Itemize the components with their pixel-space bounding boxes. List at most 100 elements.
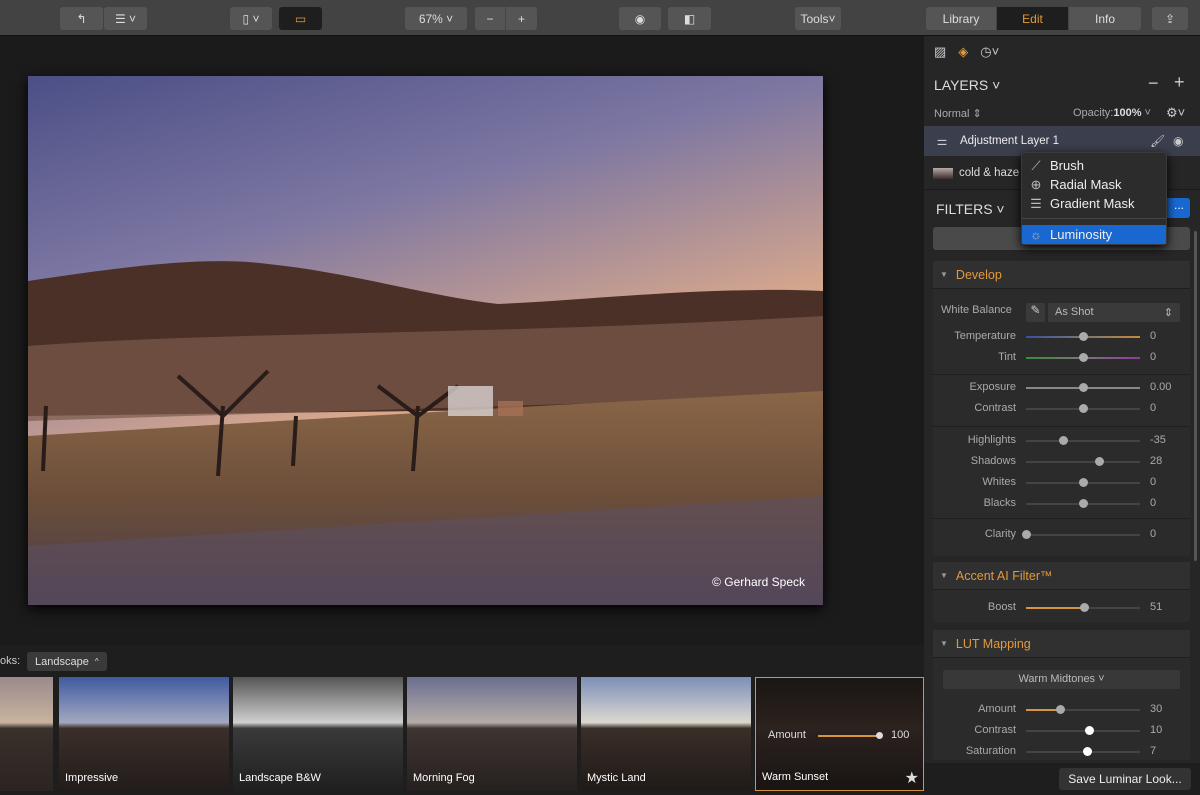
adjustment-sliders-icon: ⚌ xyxy=(936,134,948,148)
menu-item-label: Brush xyxy=(1050,158,1084,173)
slider-value: 0 xyxy=(1150,497,1157,509)
slider-saturation[interactable]: Saturation 7 xyxy=(933,742,1190,762)
layer-name: Adjustment Layer 1 xyxy=(960,135,1060,147)
amount-knob[interactable] xyxy=(876,732,883,739)
slider-tint[interactable]: Tint 0 xyxy=(933,348,1190,368)
slider-clarity[interactable]: Clarity 0 xyxy=(933,525,1190,545)
eye-icon: ◉ xyxy=(634,11,646,26)
slider-knob[interactable] xyxy=(1094,457,1104,466)
opacity-value: 100% xyxy=(1113,107,1142,119)
slider-knob[interactable] xyxy=(1082,747,1092,756)
tab-edit[interactable]: Edit xyxy=(997,7,1069,30)
panel-scrollbar[interactable] xyxy=(1194,231,1197,561)
look-thumbnail[interactable]: Mystic Land xyxy=(581,677,751,791)
lut-header[interactable]: ▼ LUT Mapping xyxy=(933,630,1190,658)
slider-knob[interactable] xyxy=(1056,705,1066,714)
list-view-button[interactable]: ☰ ˅ xyxy=(104,7,147,30)
menu-item-radial-mask[interactable]: ⊕ Radial Mask xyxy=(1022,175,1166,194)
slider-knob[interactable] xyxy=(1079,353,1088,362)
layer-settings-gear-icon[interactable]: ⚙˅ xyxy=(1166,105,1185,121)
slider-blacks[interactable]: Blacks 0 xyxy=(933,494,1190,514)
opacity-dropdown[interactable]: Opacity:100% ˅ xyxy=(1073,107,1151,119)
collapse-triangle-icon: ▼ xyxy=(940,270,948,279)
amount-value: 100 xyxy=(891,729,910,741)
sidebar-toggle-button[interactable]: ▯ ˅ xyxy=(230,7,272,30)
slider-knob[interactable] xyxy=(1084,726,1094,735)
filters-title: FILTERS xyxy=(936,201,993,217)
slider-knob[interactable] xyxy=(1079,404,1088,413)
slider-label: Shadows xyxy=(970,455,1016,467)
star-icon[interactable]: ★ xyxy=(905,768,919,788)
slider-knob[interactable] xyxy=(1079,332,1088,341)
brush-icon[interactable]: 🖌 xyxy=(1150,134,1165,148)
slider-whites[interactable]: Whites 0 xyxy=(933,473,1190,493)
menu-item-luminosity[interactable]: ☼ Luminosity xyxy=(1022,225,1166,244)
tab-library[interactable]: Library xyxy=(926,7,997,30)
gradient-mask-icon: ☰ xyxy=(1030,195,1042,211)
zoom-out-button[interactable]: − xyxy=(475,7,506,30)
slider-knob[interactable] xyxy=(1079,478,1088,487)
look-thumbnail[interactable]: Morning Fog xyxy=(407,677,577,791)
zoom-dropdown[interactable]: 67% ˅ xyxy=(405,7,467,30)
slider-temperature[interactable]: Temperature 0 xyxy=(933,327,1190,347)
slider-value: 0 xyxy=(1150,402,1157,414)
slider-track[interactable] xyxy=(1026,461,1140,463)
layers-icon[interactable]: ◈ xyxy=(958,44,968,60)
slider-boost[interactable]: Boost 51 xyxy=(933,598,1190,618)
tools-dropdown[interactable]: Tools ˅ xyxy=(795,7,841,30)
look-thumbnail[interactable]: Warm Sunset Amount 100 ★ xyxy=(755,677,924,791)
layer-thumbnail xyxy=(933,167,953,179)
slider-amount[interactable]: Amount 30 xyxy=(933,700,1190,720)
slider-track[interactable] xyxy=(1026,730,1140,732)
slider-label: Tint xyxy=(998,351,1016,363)
layers-title-dropdown[interactable]: LAYERS ˅ xyxy=(934,77,1000,93)
looks-category-dropdown[interactable]: Landscape ^ xyxy=(27,652,107,671)
slider-exposure[interactable]: Exposure 0.00 xyxy=(933,378,1190,398)
eye-icon[interactable]: ◉ xyxy=(1173,134,1183,148)
remove-layer-button[interactable]: − xyxy=(1148,73,1159,94)
lut-preset-dropdown[interactable]: Warm Midtones ˅ xyxy=(943,670,1180,689)
white-balance-dropdown[interactable]: As Shot ⇕ xyxy=(1048,303,1180,322)
slider-knob[interactable] xyxy=(1079,499,1088,508)
filters-title-dropdown[interactable]: FILTERS ˅ xyxy=(936,201,1005,217)
look-thumbnail[interactable] xyxy=(0,677,53,791)
slider-track[interactable] xyxy=(1026,440,1140,442)
slider-contrast[interactable]: Contrast 0 xyxy=(933,399,1190,419)
history-icon[interactable]: ◷˅ xyxy=(980,44,999,60)
share-button[interactable]: ⇪ xyxy=(1152,7,1188,30)
menu-item-gradient-mask[interactable]: ☰ Gradient Mask xyxy=(1022,194,1166,213)
looks-category: Landscape xyxy=(35,655,89,668)
slider-shadows[interactable]: Shadows 28 xyxy=(933,452,1190,472)
slider-knob[interactable] xyxy=(1080,603,1090,612)
slider-knob[interactable] xyxy=(1079,383,1088,392)
filmstrip-toggle-button[interactable]: ▭ xyxy=(279,7,322,30)
accent-header[interactable]: ▼ Accent AI Filter™ xyxy=(933,562,1190,590)
collapse-triangle-icon: ▼ xyxy=(940,639,948,648)
save-look-button[interactable]: Save Luminar Look... xyxy=(1059,768,1191,790)
compare-button[interactable]: ◧ xyxy=(668,7,711,30)
slider-knob[interactable] xyxy=(1059,436,1069,445)
add-layer-button[interactable]: + xyxy=(1174,72,1185,93)
menu-item-label: Gradient Mask xyxy=(1050,196,1135,211)
back-button[interactable]: ↰ xyxy=(60,7,103,30)
look-thumbnail[interactable]: Impressive xyxy=(59,677,229,791)
tab-info[interactable]: Info xyxy=(1069,7,1141,30)
zoom-in-button[interactable]: + xyxy=(506,7,537,30)
develop-header[interactable]: ▼ Develop xyxy=(933,261,1190,289)
slider-highlights[interactable]: Highlights -35 xyxy=(933,431,1190,451)
landscape-photo xyxy=(28,76,823,605)
mask-menu: ⟋ Brush ⊕ Radial Mask ☰ Gradient Mask ☼ Luminos… xyxy=(1021,152,1167,245)
histogram-icon[interactable]: ▨ xyxy=(934,44,946,60)
slider-knob[interactable] xyxy=(1022,530,1031,539)
eyedropper-icon[interactable]: ✎ xyxy=(1026,303,1045,322)
look-thumbnail[interactable]: Landscape B&W xyxy=(233,677,403,791)
preview-button[interactable]: ◉ xyxy=(619,7,661,30)
blend-mode-dropdown[interactable]: Normal ⇕ xyxy=(934,107,982,120)
slider-contrast[interactable]: Contrast 10 xyxy=(933,721,1190,741)
slider-track[interactable] xyxy=(1026,534,1140,536)
amount-slider[interactable] xyxy=(818,735,880,737)
opacity-label: Opacity: xyxy=(1073,107,1114,119)
collapse-triangle-icon: ▼ xyxy=(940,571,948,580)
menu-item-brush[interactable]: ⟋ Brush xyxy=(1022,156,1166,175)
photo: © Gerhard Speck xyxy=(28,76,823,605)
